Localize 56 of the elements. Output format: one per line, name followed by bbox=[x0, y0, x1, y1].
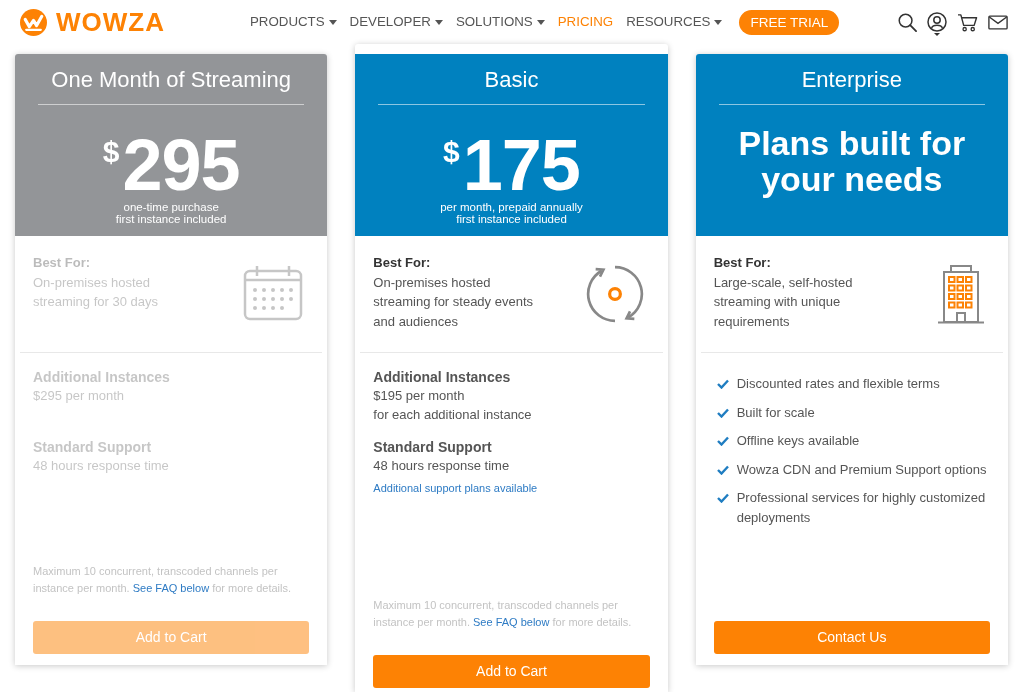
building-icon bbox=[938, 265, 984, 327]
nav-link[interactable]: PRODUCTS bbox=[249, 12, 337, 32]
check-icon bbox=[716, 407, 729, 418]
best-for-text: On-premises hosted streaming for steady events and audiences bbox=[373, 273, 535, 331]
best-for-label: Best For: bbox=[33, 254, 92, 272]
price-amount: 175 bbox=[462, 129, 580, 201]
best-for-text: Large-scale, self-hosted streaming with unique requirements bbox=[713, 273, 854, 331]
check-icon bbox=[716, 379, 729, 389]
check-icon bbox=[716, 493, 729, 503]
price-note: first instance included bbox=[455, 213, 568, 225]
feature-text: Offline keys available bbox=[736, 432, 860, 450]
add-to-cart-button[interactable]: Add to Cart bbox=[373, 655, 650, 688]
check-icon bbox=[716, 464, 729, 475]
free-trial-button[interactable]: FREE TRIAL bbox=[739, 9, 840, 35]
support-link[interactable]: Additional support plans available bbox=[373, 480, 538, 496]
best-for-label: Best For: bbox=[713, 254, 772, 272]
nav-link[interactable]: DEVELOPER bbox=[349, 12, 443, 32]
section-text: for each additional instance bbox=[373, 406, 533, 424]
plan-title: One Month of Streaming bbox=[50, 66, 292, 94]
price-note: per month, prepaid annually bbox=[439, 201, 584, 213]
feature-text: Wowza CDN and Premium Support options bbox=[736, 460, 987, 479]
currency-symbol: $ bbox=[443, 137, 460, 167]
logo-icon bbox=[20, 8, 47, 36]
user-icon[interactable] bbox=[927, 12, 947, 36]
search-icon[interactable] bbox=[898, 12, 917, 32]
faq-link[interactable]: See FAQ below bbox=[473, 616, 550, 628]
brand-link[interactable]: WOWZA bbox=[20, 8, 165, 36]
contact-button[interactable]: Contact Us bbox=[713, 621, 990, 654]
calendar-icon bbox=[243, 265, 304, 321]
feature-text: Built for scale bbox=[736, 403, 815, 422]
price-amount: 295 bbox=[122, 129, 240, 201]
plan-title: Basic bbox=[483, 66, 540, 94]
nav-link[interactable]: RESOURCES bbox=[626, 12, 723, 32]
section-text: 48 hours response time bbox=[373, 457, 511, 475]
best-for-label: Best For: bbox=[373, 254, 432, 272]
cart-icon[interactable] bbox=[957, 12, 978, 32]
footnote-text: Maximum 10 concurrent, transcoded channels per instance per month. See FAQ below for more details. bbox=[372, 598, 633, 630]
currency-symbol: $ bbox=[102, 137, 120, 167]
plan-title: Enterprise bbox=[800, 66, 903, 94]
section-heading: Standard Support bbox=[373, 438, 493, 456]
nav-link[interactable]: PRICING bbox=[557, 12, 614, 32]
check-icon bbox=[716, 436, 729, 446]
price-note: first instance included bbox=[114, 213, 228, 225]
caret-icon bbox=[714, 19, 723, 25]
price-note: one-time purchase bbox=[122, 201, 220, 213]
cycle-icon bbox=[585, 265, 644, 323]
section-text: $195 per month bbox=[373, 387, 466, 405]
mail-icon[interactable] bbox=[988, 14, 1008, 30]
caret-icon bbox=[434, 19, 443, 25]
nav-link[interactable]: SOLUTIONS bbox=[455, 12, 545, 32]
caret-icon bbox=[328, 19, 337, 25]
feature-text: Professional services for highly customized deployments bbox=[736, 489, 987, 527]
caret-icon bbox=[536, 19, 545, 25]
feature-text: Discounted rates and flexible terms bbox=[736, 375, 940, 393]
section-heading: Additional Instances bbox=[373, 368, 512, 386]
plan-headline: Plans built for your needs bbox=[737, 125, 967, 197]
